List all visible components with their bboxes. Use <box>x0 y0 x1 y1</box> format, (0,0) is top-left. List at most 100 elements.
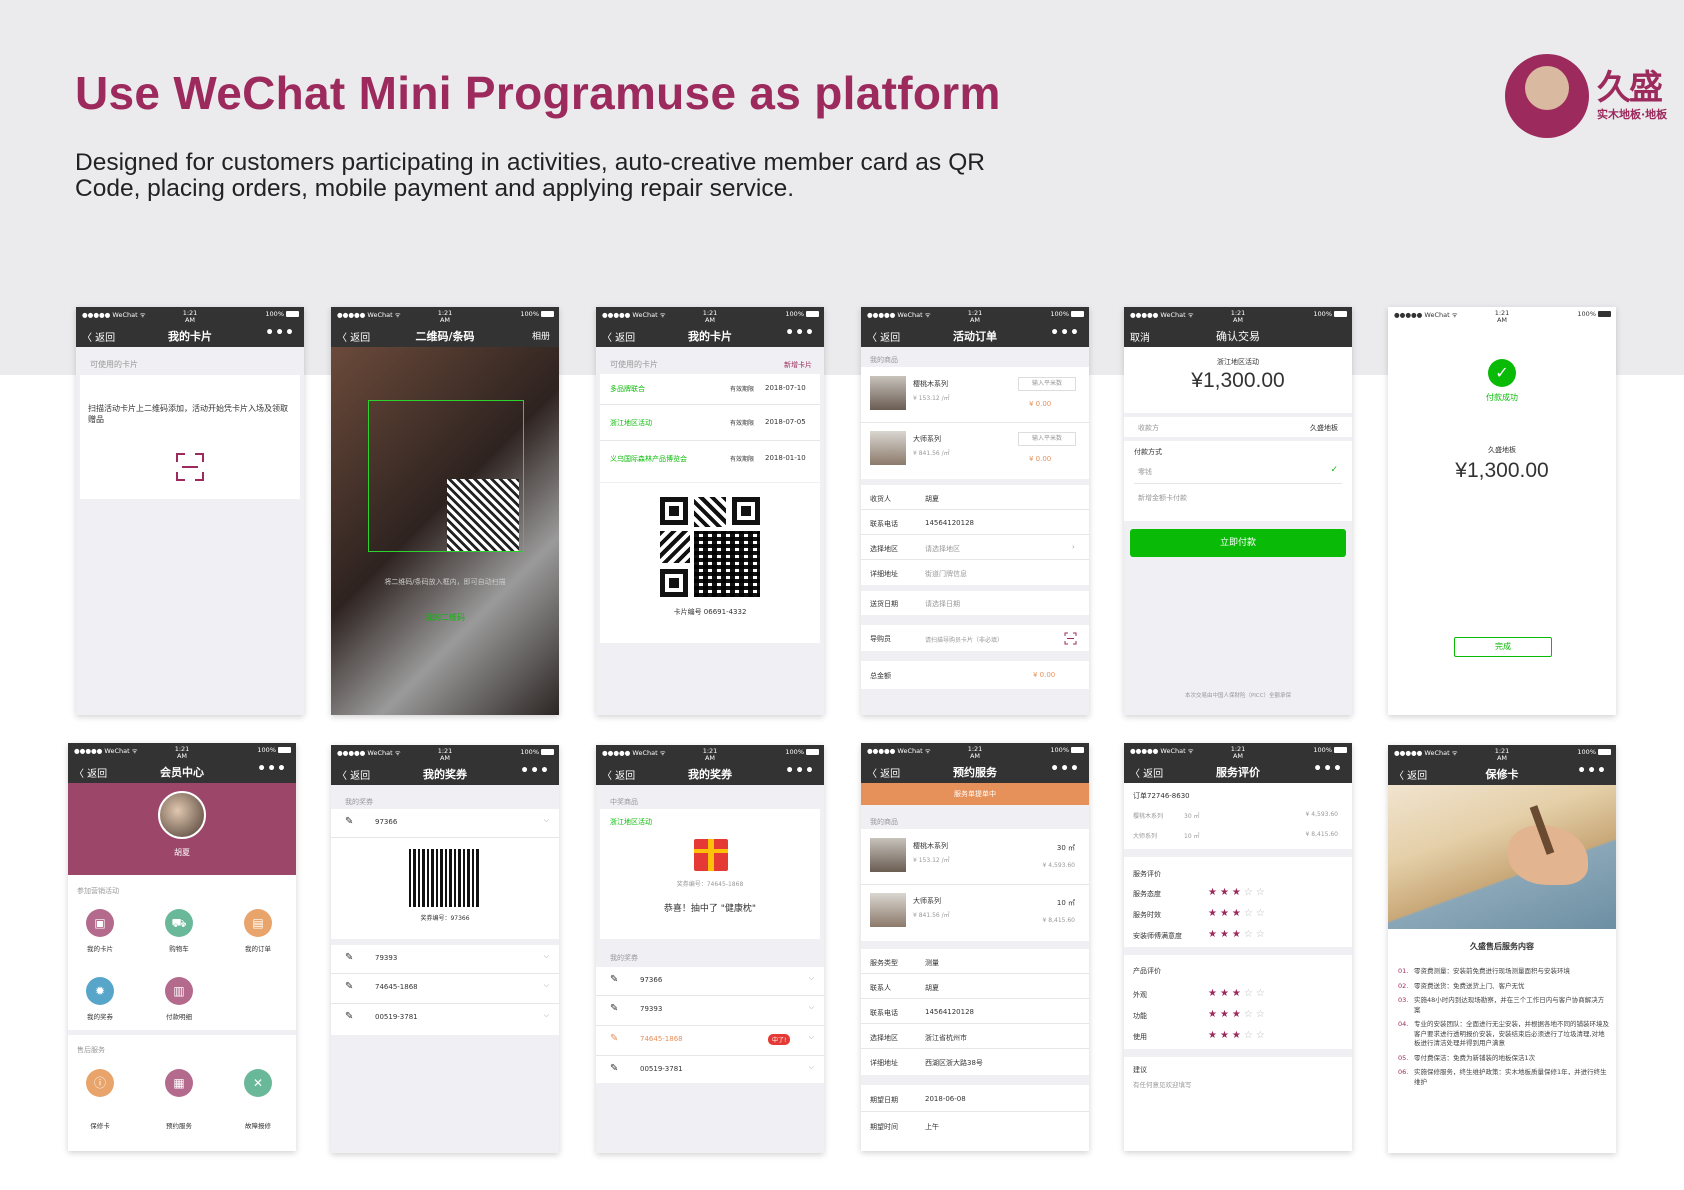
scan-icon[interactable] <box>1064 632 1077 645</box>
wrench-icon[interactable]: ✕ <box>244 1069 272 1097</box>
card-name[interactable]: 多品牌联合 <box>610 384 645 394</box>
ticket-number: 97366 <box>375 818 398 826</box>
ticket-number[interactable]: 74645-1868 <box>375 983 418 991</box>
area-input[interactable]: 输入平米数 <box>1018 432 1076 446</box>
star-rating[interactable]: ★★★☆☆ <box>1208 1030 1268 1041</box>
nav-bar: 〈 返回 保修卡 ••• <box>1388 763 1616 785</box>
field-label: 详细地址 <box>870 570 898 578</box>
region-value[interactable]: 浙江省杭州市 <box>925 1033 967 1043</box>
line-item-name: 大师系列 <box>1133 833 1158 840</box>
chevron-down-icon[interactable]: ⌵ <box>544 952 549 961</box>
card-icon[interactable]: ▣ <box>86 909 114 937</box>
section-label: 我的奖券 <box>345 798 373 806</box>
done-button[interactable]: 完成 <box>1454 637 1552 657</box>
phone-value[interactable]: 14564120128 <box>925 1008 974 1016</box>
star-rating[interactable]: ★★★☆☆ <box>1208 887 1268 898</box>
battery-icon <box>1334 747 1347 753</box>
ticket-number[interactable]: 97366 <box>640 976 662 984</box>
pay-now-button[interactable]: 立即付款 <box>1130 529 1346 557</box>
product-name: 大师系列 <box>913 897 941 905</box>
chevron-down-icon[interactable]: ⌵ <box>544 981 549 990</box>
cart-icon[interactable]: ⛟ <box>165 909 193 937</box>
item-number: 02. <box>1398 981 1409 990</box>
balance-option[interactable]: 零钱 <box>1138 467 1152 477</box>
receiver-input[interactable]: 胡夏 <box>925 494 939 504</box>
chevron-down-icon[interactable]: ⌵ <box>809 1063 814 1072</box>
phone-prize: ●●●●● WeChat ᯤ 1:21 AM 100% 〈 返回 我的奖券 ••… <box>596 745 824 1153</box>
more-icon[interactable]: ••• <box>520 763 550 779</box>
winning-ticket-number[interactable]: 74645-1868 <box>640 1035 683 1043</box>
add-card-panel[interactable]: 扫描活动卡片上二维码添加，活动开始凭卡片入场及领取赠品 <box>80 375 300 499</box>
star-rating[interactable]: ★★★☆☆ <box>1208 908 1268 919</box>
phone-my-cards: ●●●●● WeChat ᯤ 1:21 AM 100% 〈 返回 我的卡片 ••… <box>76 307 304 715</box>
chevron-right-icon: › <box>1072 543 1075 551</box>
album-button[interactable]: 相册 <box>532 329 550 342</box>
time-value[interactable]: 上午 <box>925 1122 939 1132</box>
scan-icon[interactable] <box>176 453 204 481</box>
chevron-down-icon[interactable]: ⌵ <box>809 1033 814 1042</box>
phone-payment-success: ●●●●● WeChat ᯤ 1:21 AM 100% ✓ 付款成功 久盛地板 … <box>1388 307 1616 715</box>
address-input[interactable]: 街道门牌信息 <box>925 569 967 579</box>
region-select[interactable]: 请选择地区 <box>925 544 960 554</box>
contact-value[interactable]: 胡夏 <box>925 983 939 993</box>
address-value[interactable]: 西湖区浙大路38号 <box>925 1058 983 1068</box>
order-icon[interactable]: ▤ <box>244 909 272 937</box>
ticket-expanded[interactable]: ✎ 97366 ⌵ 奖券编号：97366 <box>331 809 559 939</box>
wallet-icon[interactable]: ▥ <box>165 977 193 1005</box>
phone-confirm-payment: ●●●●● WeChat ᯤ 1:21 AM 100% 取消 确认交易 浙江地区… <box>1124 307 1352 715</box>
chevron-down-icon[interactable]: ⌵ <box>809 974 814 983</box>
date-picker[interactable]: 请选择日期 <box>925 599 960 609</box>
card-name[interactable]: 义乌国际森林产品博览会 <box>610 454 687 464</box>
ticket-number[interactable]: 00519-3781 <box>640 1065 683 1073</box>
nav-bar: 〈 返回 服务评价 ••• <box>1124 761 1352 783</box>
payment-amount: ¥1,300.00 <box>1191 369 1285 392</box>
more-icon[interactable]: ••• <box>1050 325 1080 341</box>
merchant-name: 浙江地区活动 <box>1217 358 1259 366</box>
chevron-down-icon[interactable]: ⌵ <box>809 1003 814 1012</box>
item-number: 03. <box>1398 996 1409 1004</box>
more-icon[interactable]: ••• <box>257 761 287 777</box>
battery-icon <box>1071 311 1084 317</box>
more-icon[interactable]: ••• <box>785 763 815 779</box>
more-icon[interactable]: ••• <box>1050 761 1080 777</box>
nav-bar: 〈 返回 预约服务 ••• <box>861 761 1089 783</box>
ticket-number[interactable]: 00519-3781 <box>375 1013 418 1021</box>
battery-label: 100% <box>1050 310 1069 318</box>
calendar-icon[interactable]: ▦ <box>165 1069 193 1097</box>
new-card-option[interactable]: 新增金额卡付款 <box>1138 493 1187 503</box>
product-thumbnail <box>870 431 906 465</box>
more-icon[interactable]: ••• <box>1313 761 1343 777</box>
icon-label: 故障报修 <box>245 1122 271 1130</box>
guide-scan-hint: 请扫描导购员卡片（非必填） <box>925 637 1004 644</box>
more-icon[interactable]: ••• <box>265 325 295 341</box>
add-card-hint: 扫描活动卡片上二维码添加，活动开始凭卡片入场及领取赠品 <box>88 404 288 424</box>
battery-icon <box>541 749 554 755</box>
lightbulb-icon[interactable]: ✹ <box>86 977 114 1005</box>
service-type-value[interactable]: 测量 <box>925 958 939 968</box>
card-name[interactable]: 浙江地区活动 <box>610 418 652 428</box>
my-qrcode-link[interactable]: 我的二维码 <box>331 612 559 623</box>
warranty-icon[interactable]: ⓘ <box>86 1069 114 1097</box>
total-row: 总金额 ¥ 0.00 <box>861 661 1089 689</box>
ticket-icon: ✎ <box>345 1011 354 1022</box>
star-rating[interactable]: ★★★☆☆ <box>1208 988 1268 999</box>
add-card-link[interactable]: 新增卡片 <box>784 360 812 370</box>
more-icon[interactable]: ••• <box>785 325 815 341</box>
page-title: Use WeChat Mini Programuse as platform <box>75 67 1001 119</box>
ticket-number[interactable]: 79393 <box>375 954 397 962</box>
nav-bar: 〈 返回 活动订单 ••• <box>861 325 1089 347</box>
more-icon[interactable]: ••• <box>1577 763 1607 779</box>
area-input[interactable]: 输入平米数 <box>1018 377 1076 391</box>
delivery-date-row[interactable]: 送货日期 请选择日期 <box>861 591 1089 615</box>
chevron-down-icon[interactable]: ⌵ <box>544 816 549 825</box>
guide-row[interactable]: 导购员 请扫描导购员卡片（非必填） <box>861 625 1089 651</box>
rating-label: 服务态度 <box>1133 890 1161 898</box>
avatar[interactable] <box>158 791 206 839</box>
suggestion-input[interactable]: 有任何意见欢迎填写 <box>1133 1079 1192 1089</box>
chevron-down-icon[interactable]: ⌵ <box>544 1011 549 1020</box>
star-rating[interactable]: ★★★☆☆ <box>1208 929 1268 940</box>
date-value[interactable]: 2018-06-08 <box>925 1095 966 1103</box>
phone-input[interactable]: 14564120128 <box>925 519 974 527</box>
ticket-number[interactable]: 79393 <box>640 1005 662 1013</box>
star-rating[interactable]: ★★★☆☆ <box>1208 1009 1268 1020</box>
